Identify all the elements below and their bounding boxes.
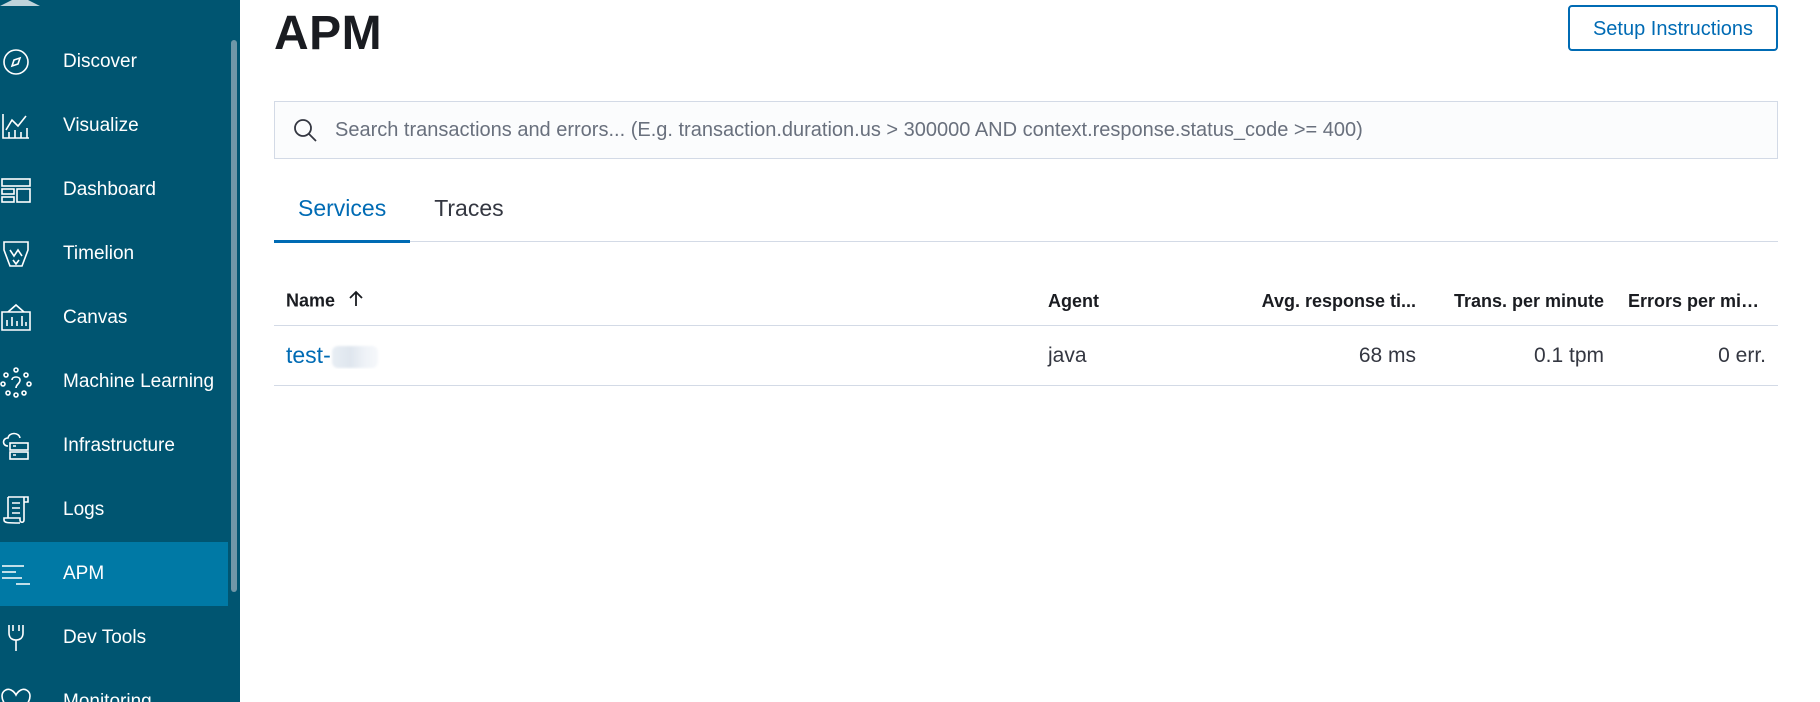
agent-cell: java [1048,343,1087,367]
table-header: Name Agent Avg. response ti... Trans. pe… [274,278,1778,326]
sidebar-item-dashboard[interactable]: Dashboard [0,158,228,222]
machine-learning-icon [0,365,34,399]
sidebar-item-timelion[interactable]: Timelion [0,222,228,286]
search-input[interactable] [335,102,1777,158]
tab-services[interactable]: Services [274,180,411,243]
setup-instructions-button[interactable]: Setup Instructions [1568,5,1778,51]
tab-traces[interactable]: Traces [410,180,527,242]
sidebar-item-discover[interactable]: Discover [0,30,228,94]
sidebar-item-dev-tools[interactable]: Dev Tools [0,606,228,670]
column-header-label: Name [286,290,336,311]
main-content: APM Setup Instructions Services Traces N… [240,0,1820,702]
column-header-errors-per-minute[interactable]: Errors per minute [1616,291,1778,312]
sidebar-item-canvas[interactable]: Canvas [0,286,228,350]
sidebar-item-monitoring[interactable]: Monitoring [0,670,228,702]
dev-tools-icon [0,621,34,655]
services-table: Name Agent Avg. response ti... Trans. pe… [274,278,1778,386]
canvas-icon [0,301,34,335]
sidebar-item-visualize[interactable]: Visualize [0,94,228,158]
compass-icon [0,45,34,79]
visualize-icon [0,109,34,143]
infrastructure-icon [0,429,34,463]
trans-per-minute-cell: 0.1 tpm [1533,343,1604,367]
sidebar-item-label: Infrastructure [63,435,175,456]
sidebar-scrollbar[interactable] [231,40,237,592]
table-row: test- java 68 ms 0.1 tpm 0 err. [274,326,1778,386]
sidebar-item-label: Logs [63,499,105,520]
sidebar-item-label: Machine Learning [63,371,215,392]
service-name-link[interactable]: test- [286,342,378,368]
sidebar-item-logs[interactable]: Logs [0,478,228,542]
sidebar-item-label: Timelion [63,243,135,264]
column-header-trans-per-minute[interactable]: Trans. per minute [1428,291,1616,312]
sidebar: Discover Visualize Dashboard Timelion Ca [0,0,240,702]
sidebar-item-machine-learning[interactable]: Machine Learning [0,350,228,414]
sidebar-top-notch [0,0,40,6]
service-name-text: test- [286,342,331,368]
sidebar-item-label: APM [63,563,105,584]
nav-list: Discover Visualize Dashboard Timelion Ca [0,30,228,702]
sidebar-item-label: Visualize [63,115,139,136]
sidebar-item-label: Canvas [63,307,128,328]
sidebar-item-infrastructure[interactable]: Infrastructure [0,414,228,478]
service-name-cell: test- [274,342,1036,369]
logs-icon [0,493,34,527]
search-icon [275,117,335,143]
page-title: APM [274,7,383,60]
errors-per-minute-cell: 0 err. [1718,343,1766,367]
dashboard-icon [0,173,34,207]
timelion-icon [0,237,34,271]
column-header-agent[interactable]: Agent [1036,291,1218,312]
sidebar-item-label: Discover [63,51,137,72]
arrow-up-icon [346,289,366,314]
avg-response-time-cell: 68 ms [1358,343,1416,367]
sidebar-item-label: Monitoring [63,691,152,702]
column-header-avg-response-time[interactable]: Avg. response ti... [1218,291,1428,312]
sidebar-item-label: Dashboard [63,179,156,200]
redacted-text [331,345,378,368]
apm-icon [0,557,34,591]
monitoring-icon [0,685,34,702]
column-header-name[interactable]: Name [274,289,1036,314]
tab-bar: Services Traces [274,180,1778,243]
sidebar-item-apm[interactable]: APM [0,542,228,606]
sidebar-item-label: Dev Tools [63,627,147,648]
search-bar [274,101,1778,159]
